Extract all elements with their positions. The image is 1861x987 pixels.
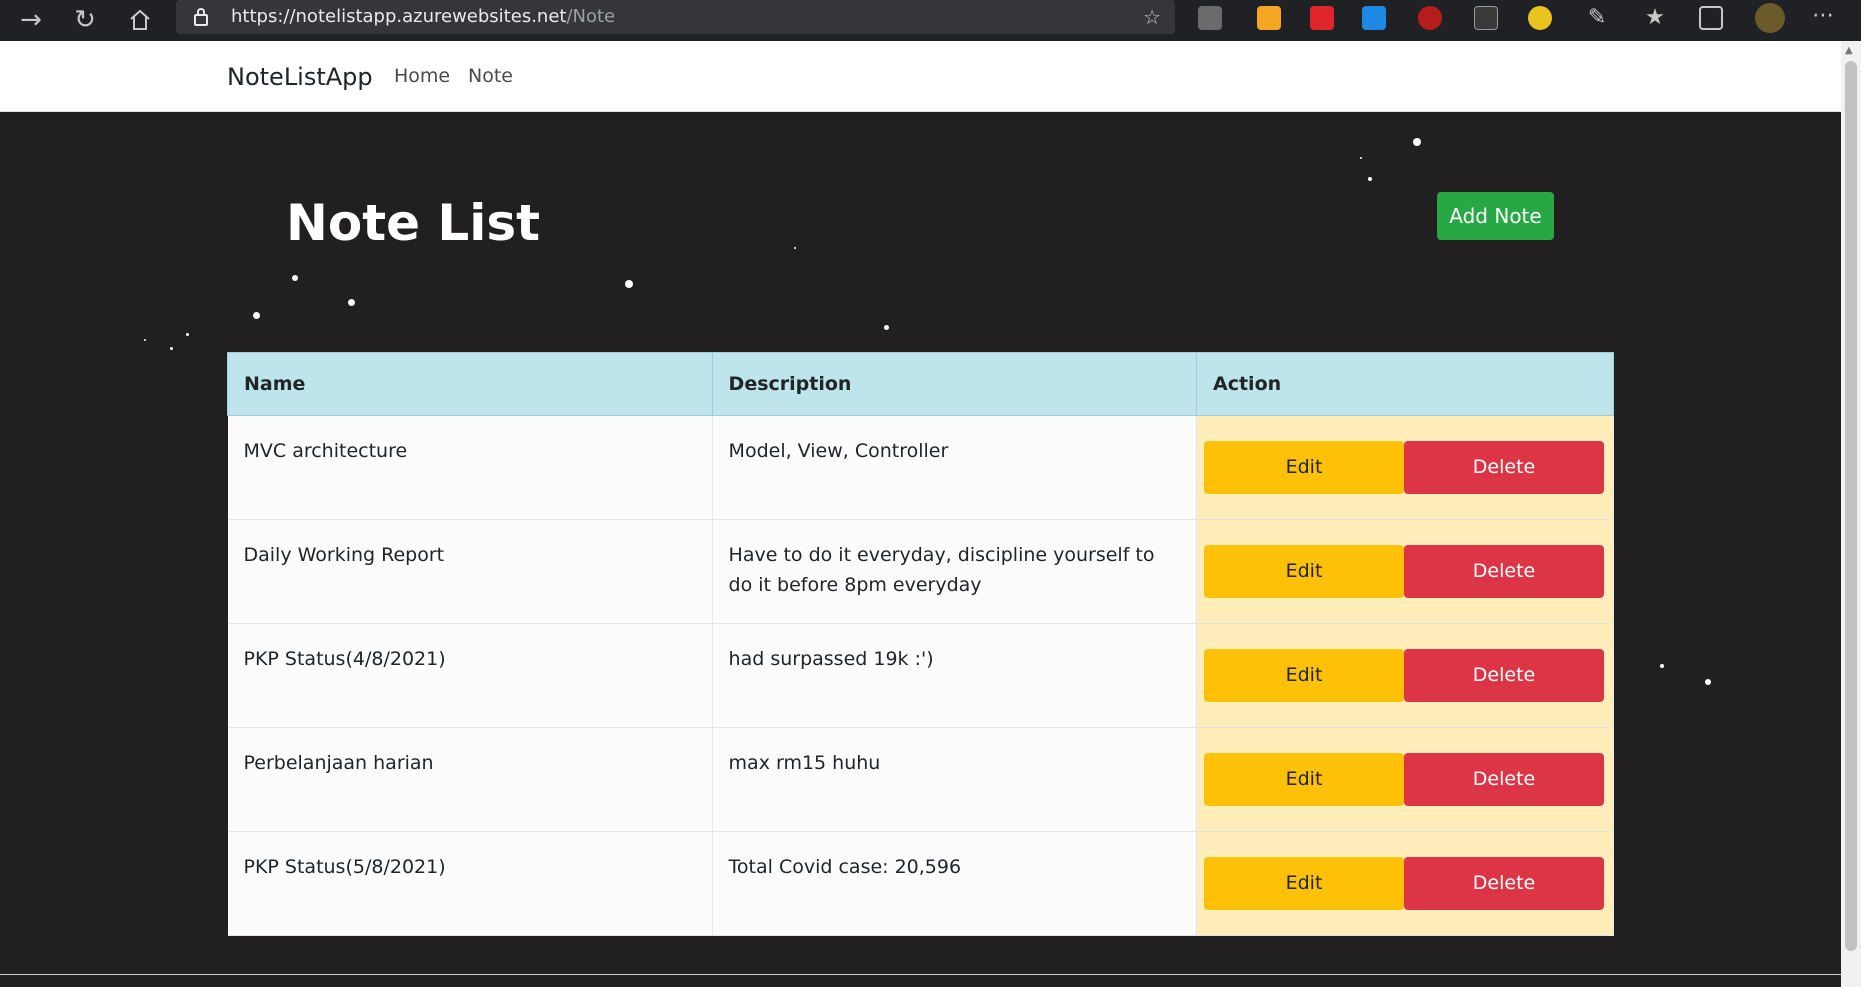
star-decoration	[1413, 138, 1421, 146]
browser-toolbar: → ↻ https://notelistapp.azurewebsites.ne…	[0, 0, 1861, 41]
note-name: PKP Status(4/8/2021)	[227, 623, 713, 728]
nav-link-home[interactable]: Home	[394, 65, 450, 87]
refresh-icon[interactable]: ↻	[68, 3, 102, 37]
star-decoration	[186, 333, 189, 336]
nav-link-note[interactable]: Note	[468, 65, 513, 87]
edit-button[interactable]: Edit	[1204, 857, 1404, 910]
note-description: had surpassed 19k :')	[712, 623, 1198, 728]
star-decoration	[884, 325, 889, 330]
star-decoration	[794, 247, 796, 249]
note-description: Total Covid case: 20,596	[712, 831, 1198, 936]
star-decoration	[1660, 664, 1664, 668]
extension-icon[interactable]	[1310, 6, 1334, 30]
extensions-puzzle-icon[interactable]: ✎	[1585, 6, 1609, 30]
extension-icon[interactable]	[1362, 6, 1386, 30]
apps-grid-icon[interactable]	[1474, 6, 1498, 30]
edit-button[interactable]: Edit	[1204, 753, 1404, 806]
action-cell: Edit Delete	[1196, 415, 1614, 520]
site-navbar: NoteListApp Home Note	[0, 41, 1841, 112]
note-name: MVC architecture	[227, 415, 713, 520]
page-bottom-divider	[0, 974, 1841, 987]
vertical-scrollbar[interactable]: ▲	[1841, 41, 1861, 987]
home-icon[interactable]	[123, 3, 157, 37]
scroll-up-icon[interactable]: ▲	[1845, 45, 1853, 56]
table-row: PKP Status(5/8/2021) Total Covid case: 2…	[227, 831, 1614, 936]
extension-icon[interactable]	[1257, 6, 1281, 30]
add-favorite-icon[interactable]: ☆	[1143, 5, 1161, 29]
more-icon[interactable]: ⋯	[1811, 5, 1835, 30]
star-decoration	[170, 347, 173, 350]
ublock-icon[interactable]	[1418, 6, 1442, 30]
collections-icon[interactable]	[1699, 6, 1723, 30]
delete-button[interactable]: Delete	[1404, 545, 1604, 598]
delete-button[interactable]: Delete	[1404, 753, 1604, 806]
url-text: https://notelistapp.azurewebsites.net/No…	[231, 6, 616, 27]
page-title: Note List	[286, 194, 541, 252]
star-decoration	[144, 339, 146, 341]
delete-button[interactable]: Delete	[1404, 441, 1604, 494]
star-decoration	[1368, 177, 1372, 181]
note-description: Have to do it everyday, discipline yours…	[712, 519, 1198, 624]
star-decoration	[625, 280, 633, 288]
forward-icon[interactable]: →	[14, 3, 48, 37]
note-description: Model, View, Controller	[712, 415, 1198, 520]
note-name: PKP Status(5/8/2021)	[227, 831, 713, 936]
brand-link[interactable]: NoteListApp	[227, 63, 373, 91]
page-body: Note List Add Note Name Description Acti…	[0, 112, 1841, 974]
extension-icon[interactable]	[1198, 6, 1222, 30]
note-name: Perbelanjaan harian	[227, 727, 713, 832]
star-decoration	[292, 275, 298, 281]
notes-table: Name Description Action MVC architecture…	[227, 352, 1614, 936]
note-name: Daily Working Report	[227, 519, 713, 624]
column-header-action: Action	[1196, 352, 1614, 416]
delete-button[interactable]: Delete	[1404, 857, 1604, 910]
edit-button[interactable]: Edit	[1204, 649, 1404, 702]
extension-icon[interactable]	[1528, 6, 1552, 30]
action-cell: Edit Delete	[1196, 623, 1614, 728]
edit-button[interactable]: Edit	[1204, 441, 1404, 494]
table-row: MVC architecture Model, View, Controller…	[227, 415, 1614, 520]
action-cell: Edit Delete	[1196, 831, 1614, 936]
avatar[interactable]	[1755, 3, 1785, 33]
table-header-row: Name Description Action	[227, 352, 1614, 416]
star-decoration	[348, 299, 355, 306]
delete-button[interactable]: Delete	[1404, 649, 1604, 702]
table-row: PKP Status(4/8/2021) had surpassed 19k :…	[227, 623, 1614, 728]
star-decoration	[1360, 157, 1362, 159]
table-row: Perbelanjaan harian max rm15 huhu Edit D…	[227, 727, 1614, 832]
lock-icon	[194, 8, 208, 26]
table-row: Daily Working Report Have to do it every…	[227, 519, 1614, 624]
column-header-description: Description	[711, 352, 1198, 416]
action-cell: Edit Delete	[1196, 727, 1614, 832]
add-note-button[interactable]: Add Note	[1437, 192, 1554, 240]
column-header-name: Name	[227, 352, 713, 416]
star-decoration	[253, 312, 260, 319]
action-cell: Edit Delete	[1196, 519, 1614, 624]
star-decoration	[1705, 679, 1711, 685]
favorites-icon[interactable]: ★	[1643, 6, 1667, 30]
scroll-thumb[interactable]	[1845, 61, 1857, 951]
edit-button[interactable]: Edit	[1204, 545, 1404, 598]
address-bar[interactable]: https://notelistapp.azurewebsites.net/No…	[176, 0, 1175, 34]
note-description: max rm15 huhu	[712, 727, 1198, 832]
